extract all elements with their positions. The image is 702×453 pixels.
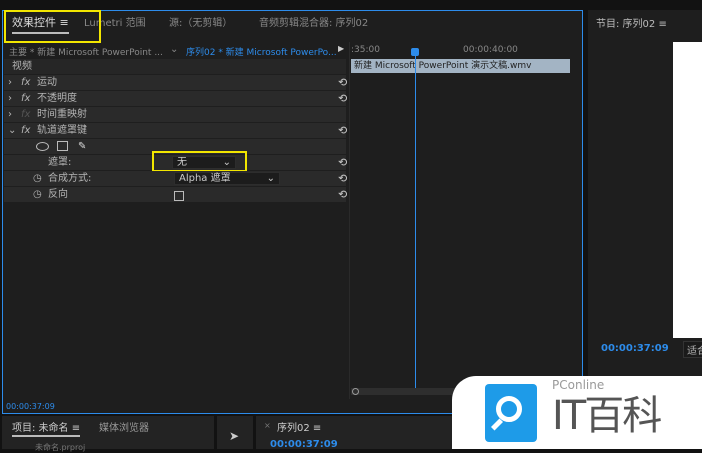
effect-track-matte[interactable]: ⌄ fx 轨道遮罩键 ⟲ [4, 123, 347, 138]
project-tab-label: 项目: 未命名 [12, 423, 69, 434]
effect-time-remap[interactable]: › fx 时间重映射 [4, 107, 346, 122]
chevron-down-icon: ⌄ [266, 173, 275, 184]
reset-icon[interactable]: ⟲ [338, 187, 347, 202]
program-title: 节目: 序列02 ≡ [596, 15, 667, 30]
fx-icon[interactable]: fx [21, 123, 30, 138]
fx-icon[interactable]: fx [21, 91, 30, 106]
reverse-checkbox[interactable] [174, 191, 184, 201]
section-video: 视频 [4, 59, 346, 74]
composite-dropdown[interactable]: Alpha 遮罩 ⌄ [174, 172, 280, 185]
highlight-box [152, 151, 247, 172]
fit-dropdown[interactable]: 适合 [683, 341, 702, 358]
section-label: 视频 [12, 61, 32, 72]
mask-label: 遮罩: [48, 157, 72, 168]
rectangle-mask-icon[interactable] [57, 141, 68, 151]
ruler-mark: 00:00:40:00 [463, 45, 518, 55]
effect-label: 时间重映射 [37, 109, 87, 120]
program-title-label: 节目: 序列02 [596, 19, 656, 30]
tab-sequence[interactable]: 序列02 ≡ [277, 419, 321, 434]
reset-icon[interactable]: ⟲ [338, 123, 347, 138]
watermark-logo: PConline IT百科 [452, 376, 702, 449]
pen-icon[interactable]: ✎ [78, 139, 86, 154]
composite-label: 合成方式: [48, 173, 92, 184]
chevron-down-icon[interactable]: ⌄ [170, 44, 178, 55]
mini-timeline [349, 42, 582, 399]
fx-icon[interactable]: fx [21, 75, 30, 90]
ruler-start: :35:00 [351, 45, 380, 55]
program-timecode[interactable]: 00:00:37:09 [601, 343, 669, 354]
effect-opacity[interactable]: › fx 不透明度 ⟲ [4, 91, 347, 106]
tab-source[interactable]: 源:（无剪辑） [169, 14, 232, 29]
project-item[interactable]: 未命名.prproj [35, 442, 85, 453]
program-video-frame [673, 42, 702, 338]
close-icon[interactable]: × [264, 421, 271, 430]
reverse-label: 反向 [48, 189, 68, 200]
reset-icon[interactable]: ⟲ [338, 91, 347, 106]
sequence-timecode[interactable]: 00:00:37:09 [270, 439, 338, 450]
effect-motion[interactable]: › fx 运动 ⟲ [4, 75, 347, 90]
effect-controls-timecode[interactable]: 00:00:37:09 [6, 402, 55, 411]
reset-icon[interactable]: ⟲ [338, 75, 347, 90]
effect-label: 不透明度 [37, 93, 77, 104]
brand-text: PConline [552, 378, 605, 392]
clip-name: 新建 Microsoft PowerPoint 演示文稿.wmv [354, 61, 532, 71]
sequence-clip-label[interactable]: 序列02 * 新建 Microsoft PowerPo... [186, 45, 337, 58]
tab-audio-mixer[interactable]: 音频剪辑混合器: 序列02 [259, 14, 368, 29]
stopwatch-icon[interactable]: ◷ [33, 171, 42, 186]
menu-icon[interactable]: ≡ [313, 423, 321, 434]
effect-label: 运动 [37, 77, 57, 88]
fx-icon: fx [21, 109, 31, 120]
playhead-line [415, 55, 416, 388]
highlight-box [4, 10, 101, 43]
play-icon[interactable]: ▶ [338, 44, 344, 53]
master-clip-label[interactable]: 主要 * 新建 Microsoft PowerPoint ... [9, 45, 163, 58]
menu-icon[interactable]: ≡ [72, 423, 80, 434]
effect-label: 轨道遮罩键 [37, 125, 87, 136]
stopwatch-icon[interactable]: ◷ [33, 187, 42, 202]
selection-tool-icon[interactable]: ➤ [229, 429, 239, 443]
composite-value: Alpha 遮罩 [179, 173, 231, 184]
tab-project[interactable]: 项目: 未命名 ≡ [12, 419, 81, 437]
reset-icon[interactable]: ⟲ [338, 155, 347, 170]
magnifier-icon [485, 384, 537, 442]
brand-name: IT百科 [552, 393, 662, 439]
sequence-tab-label: 序列02 [277, 423, 310, 434]
tab-media-browser[interactable]: 媒体浏览器 [99, 419, 149, 434]
ellipse-mask-icon[interactable] [36, 142, 49, 151]
reset-icon[interactable]: ⟲ [338, 171, 347, 186]
menu-icon[interactable]: ≡ [658, 19, 666, 30]
clip-bar[interactable]: 新建 Microsoft PowerPoint 演示文稿.wmv [351, 59, 570, 73]
